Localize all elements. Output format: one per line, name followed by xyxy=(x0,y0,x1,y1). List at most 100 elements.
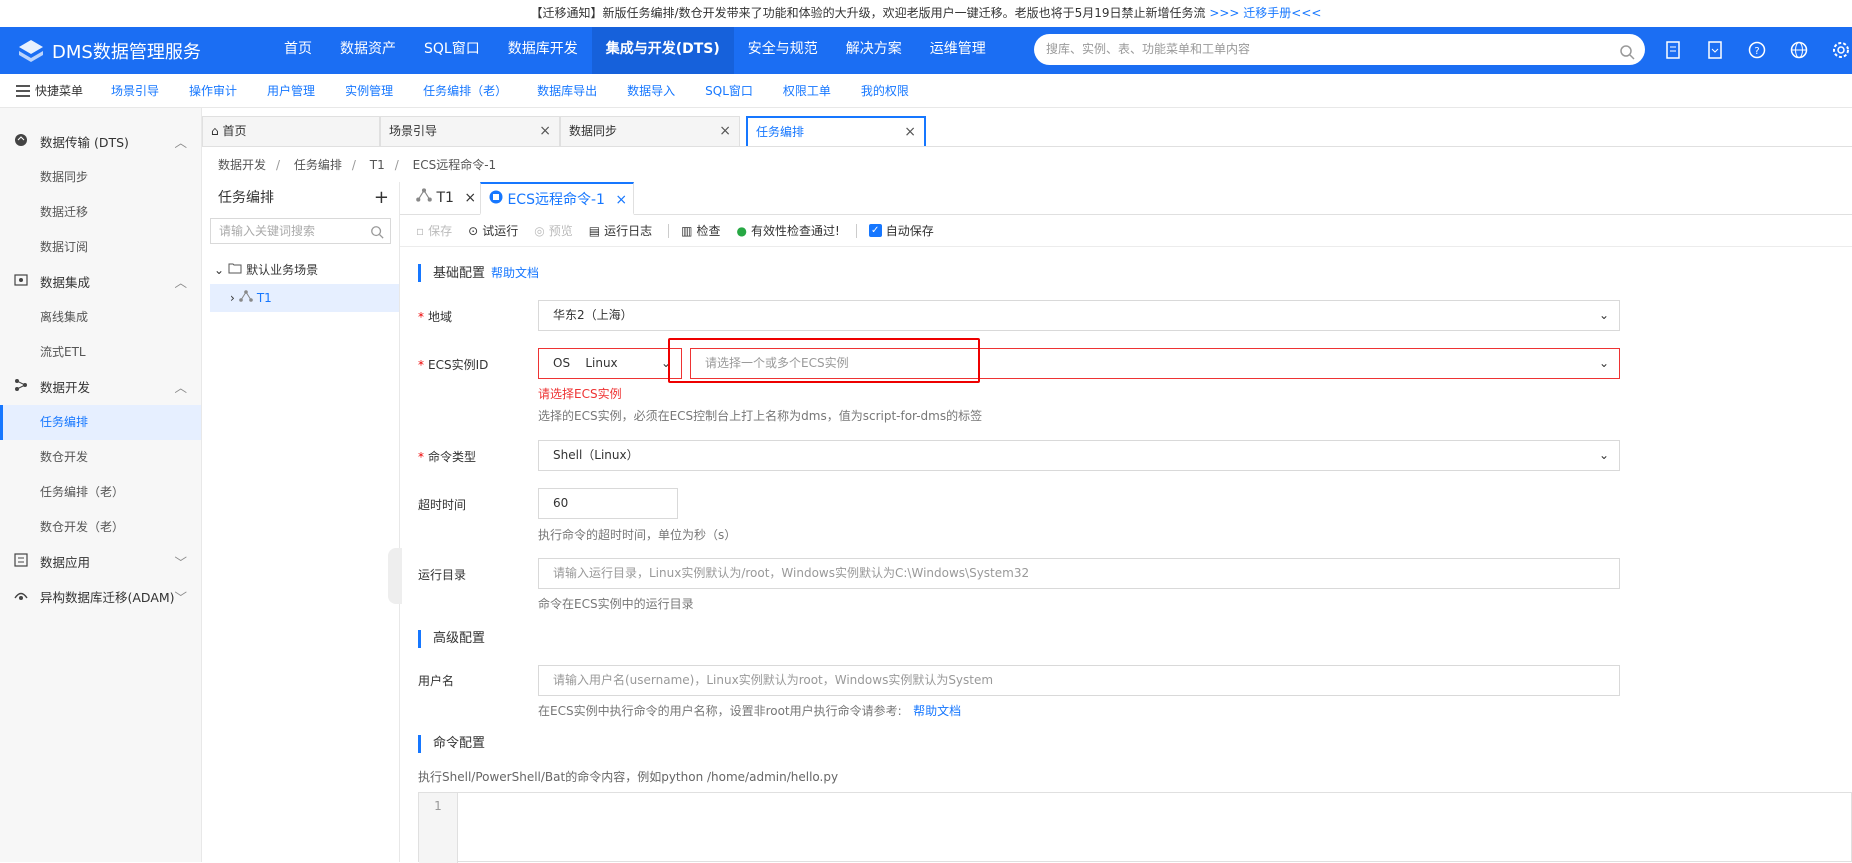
nav-sql-window[interactable]: SQL窗口 xyxy=(410,27,494,74)
command-code-editor[interactable]: 1 xyxy=(418,792,1852,863)
nav-solutions[interactable]: 解决方案 xyxy=(832,27,916,74)
close-icon[interactable]: × xyxy=(615,192,627,208)
dev-icon xyxy=(14,370,28,405)
sidebar-item-warehouse-dev[interactable]: 数仓开发 xyxy=(0,440,201,475)
quick-link-users[interactable]: 用户管理 xyxy=(267,82,315,99)
chevron-down-icon: ⌄ xyxy=(1598,448,1609,462)
line-number-gutter: 1 xyxy=(419,793,458,863)
chevron-right-icon[interactable]: › xyxy=(230,284,235,312)
gear-icon[interactable] xyxy=(1830,39,1852,61)
breadcrumb-sep: / xyxy=(394,158,399,172)
breadcrumb-item[interactable]: 数据开发 xyxy=(218,158,266,172)
data-app-icon xyxy=(14,545,28,580)
svg-text:?: ? xyxy=(1754,46,1759,57)
sidebar-item-data-migration[interactable]: 数据迁移 xyxy=(0,195,201,230)
label-text: 超时时间 xyxy=(418,498,467,512)
help-doc-link[interactable]: 帮助文档 xyxy=(491,266,539,280)
close-icon[interactable]: × xyxy=(464,190,476,206)
quick-link-audit[interactable]: 操作审计 xyxy=(189,82,237,99)
command-hint: 执行Shell/PowerShell/Bat的命令内容，例如python /ho… xyxy=(418,770,839,784)
username-input[interactable]: 请输入用户名(username)，Linux实例默认为root，Windows实… xyxy=(538,665,1620,696)
nav-home[interactable]: 首页 xyxy=(270,27,326,74)
tab-home[interactable]: ⌂ 首页 xyxy=(202,116,380,146)
tree-node-t1[interactable]: › T1 xyxy=(210,284,399,312)
sidebar-group-adam[interactable]: 异构数据库迁移(ADAM) ﹀ xyxy=(0,580,201,615)
global-search-input[interactable]: 搜库、实例、表、功能菜单和工单内容 xyxy=(1034,34,1645,65)
sidebar-item-data-subscribe[interactable]: 数据订阅 xyxy=(0,230,201,265)
preview-button[interactable]: ◎ 预览 xyxy=(534,222,573,239)
quick-link-import[interactable]: 数据导入 xyxy=(627,82,675,99)
sidebar-item-task-orchestration[interactable]: 任务编排 xyxy=(0,405,201,440)
run-dir-hint: 命令在ECS实例中的运行目录 xyxy=(538,597,694,611)
breadcrumb-item[interactable]: T1 xyxy=(370,158,385,172)
quick-link-task-old[interactable]: 任务编排（老） xyxy=(423,82,507,99)
subtab-ecs-command[interactable]: ECS远程命令-1 × xyxy=(480,182,634,215)
nav-db-dev[interactable]: 数据库开发 xyxy=(494,27,592,74)
logo[interactable]: DMS数据管理服务 xyxy=(16,27,201,74)
sidebar-item-offline-integration[interactable]: 离线集成 xyxy=(0,300,201,335)
check-button[interactable]: ▥ 检查 xyxy=(681,222,720,239)
sidebar-item-data-sync[interactable]: 数据同步 xyxy=(0,160,201,195)
run-dir-input[interactable]: 请输入运行目录，Linux实例默认为/root，Windows实例默认为C:\W… xyxy=(538,558,1620,589)
tree-search-input[interactable]: 请输入关键词搜索 xyxy=(210,218,391,244)
globe-icon[interactable] xyxy=(1788,39,1810,61)
help-icon[interactable]: ? xyxy=(1746,39,1768,61)
subtab-label: T1 xyxy=(436,190,454,206)
tree-node-default-scenario[interactable]: ⌄ 默认业务场景 xyxy=(202,256,399,284)
subtab-t1[interactable]: T1 × xyxy=(408,182,480,215)
nav-integration-dev[interactable]: 集成与开发(DTS) xyxy=(591,27,734,74)
ticket-icon[interactable] xyxy=(1704,39,1726,61)
run-log-button[interactable]: ▤ 运行日志 xyxy=(589,222,652,239)
validity-status: ● 有效性检查通过! xyxy=(736,222,839,239)
sidebar-group-dev[interactable]: 数据开发 ︿ xyxy=(0,370,201,405)
quick-link-instances[interactable]: 实例管理 xyxy=(345,82,393,99)
search-icon[interactable] xyxy=(370,223,384,247)
ecs-command-icon xyxy=(489,190,503,208)
save-icon: ▫ xyxy=(416,223,425,238)
quick-link-export[interactable]: 数据库导出 xyxy=(537,82,597,99)
sidebar-group-dts[interactable]: 数据传输 (DTS) ︿ xyxy=(0,125,201,160)
save-button[interactable]: ▫ 保存 xyxy=(416,222,452,239)
tab-data-sync[interactable]: 数据同步 × xyxy=(560,116,740,146)
add-icon[interactable]: + xyxy=(374,182,389,214)
integration-icon xyxy=(14,265,28,300)
checkbox-checked-icon: ✓ xyxy=(868,224,882,237)
adam-icon xyxy=(14,580,28,615)
logo-text: DMS数据管理服务 xyxy=(52,41,201,63)
quick-link-permission-ticket[interactable]: 权限工单 xyxy=(783,82,831,99)
migration-manual-link[interactable]: >>> 迁移手册<<< xyxy=(1209,6,1321,20)
quick-link-my-permission[interactable]: 我的权限 xyxy=(861,82,909,99)
notes-icon[interactable] xyxy=(1662,39,1684,61)
close-icon[interactable]: × xyxy=(719,117,731,145)
command-type-select[interactable]: Shell（Linux） ⌄ xyxy=(538,440,1620,471)
sidebar-item-streaming-etl[interactable]: 流式ETL xyxy=(0,335,201,370)
help-doc-link[interactable]: 帮助文档 xyxy=(913,704,961,718)
sidebar-group-integration[interactable]: 数据集成 ︿ xyxy=(0,265,201,300)
ecs-instance-label: * ECS实例ID xyxy=(418,356,488,373)
tab-scenario[interactable]: 场景引导 × xyxy=(380,116,560,146)
validity-label: 有效性检查通过! xyxy=(750,224,840,238)
close-icon[interactable]: × xyxy=(904,118,916,146)
os-select[interactable]: OS Linux ⌄ xyxy=(538,348,682,379)
nav-security[interactable]: 安全与规范 xyxy=(734,27,832,74)
test-run-button[interactable]: ⊙ 试运行 xyxy=(468,222,518,239)
required-mark: * xyxy=(418,450,424,464)
sidebar-group-data-app[interactable]: 数据应用 ﹀ xyxy=(0,545,201,580)
nav-ops[interactable]: 运维管理 xyxy=(916,27,1000,74)
sidebar-item-warehouse-dev-old[interactable]: 数仓开发（老） xyxy=(0,510,201,545)
region-select[interactable]: 华东2（上海） ⌄ xyxy=(538,300,1620,331)
quick-link-scenario[interactable]: 场景引导 xyxy=(111,82,159,99)
quick-menu-toggle[interactable]: 快捷菜单 xyxy=(16,82,83,99)
nav-data-assets[interactable]: 数据资产 xyxy=(326,27,410,74)
search-icon[interactable] xyxy=(1619,41,1635,72)
tab-task-orchestration[interactable]: 任务编排 × xyxy=(746,116,926,146)
breadcrumb-item[interactable]: 任务编排 xyxy=(294,158,342,172)
chevron-down-icon[interactable]: ⌄ xyxy=(214,256,224,284)
auto-save-checkbox[interactable]: ✓ 自动保存 xyxy=(868,222,934,239)
timeout-hint: 执行命令的超时时间，单位为秒（s） xyxy=(538,528,737,542)
quick-link-sql[interactable]: SQL窗口 xyxy=(705,82,753,99)
preview-label: 预览 xyxy=(548,224,573,238)
sidebar-item-task-orchestration-old[interactable]: 任务编排（老） xyxy=(0,475,201,510)
close-icon[interactable]: × xyxy=(539,117,551,145)
timeout-input[interactable]: 60 xyxy=(538,488,678,519)
